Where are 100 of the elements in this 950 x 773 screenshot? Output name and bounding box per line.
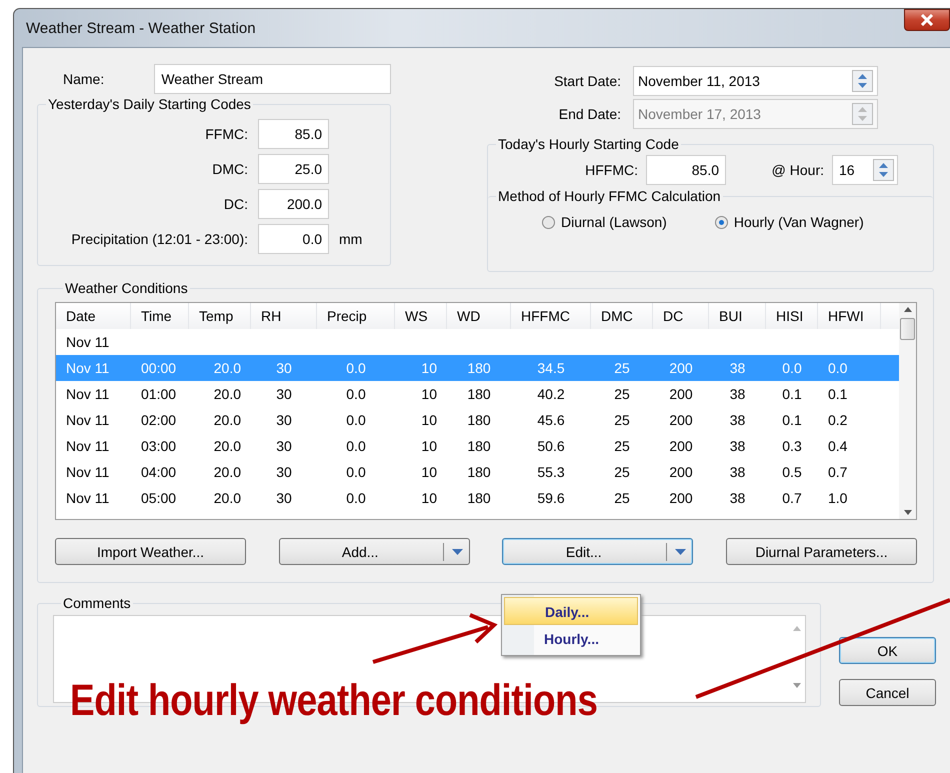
group-title: Method of Hourly FFMC Calculation <box>497 188 722 204</box>
column-header[interactable]: WS <box>395 303 447 329</box>
table-cell-text: 50.6 <box>536 438 566 454</box>
table-cell-text: 0.0 <box>345 360 367 376</box>
action-button[interactable]: Edit... <box>502 538 694 565</box>
table-cell-text: 200 <box>668 464 694 480</box>
field-label: Precipitation (12:01 - 23:00): <box>70 230 249 246</box>
column-header[interactable]: RH <box>251 303 317 329</box>
table-cell-text: 59.6 <box>536 490 566 506</box>
column-header[interactable]: HFWI <box>818 303 881 329</box>
table-cell-text: 38 <box>728 438 746 454</box>
number-field[interactable]: 85.0 <box>646 155 726 185</box>
table-cell-text: 30 <box>275 438 293 454</box>
table-cell-text: 20.0 <box>212 438 242 454</box>
table-cell-text: 10 <box>420 464 438 480</box>
close-icon <box>920 14 934 26</box>
table-cell-text: 0.0 <box>345 412 367 428</box>
spin-control[interactable] <box>873 159 894 181</box>
table-cell-text: 20.0 <box>212 464 242 480</box>
spin-control[interactable] <box>852 70 873 92</box>
table-row[interactable]: Nov 11 01:00 20.0 30 0.0 10 180 40.2 25 200 38 0.1 0.1 <box>56 381 899 407</box>
table-row[interactable]: Nov 11 02:00 20.0 30 0.0 10 180 45.6 25 200 38 0.1 0.2 <box>56 407 899 433</box>
menu-item[interactable]: Daily... <box>504 597 638 625</box>
table-cell-text: 38 <box>728 360 746 376</box>
group-title: Weather Conditions <box>64 280 189 296</box>
down-arrow-icon <box>879 172 888 177</box>
action-button[interactable]: Diurnal Parameters... <box>726 538 917 565</box>
column-header[interactable]: WD <box>447 303 511 329</box>
column-header[interactable]: Precip <box>317 303 395 329</box>
number-field[interactable]: 25.0 <box>258 154 329 184</box>
column-header[interactable]: HISI <box>766 303 818 329</box>
dialog-button[interactable]: OK <box>839 637 936 664</box>
field-label: DMC: <box>211 160 249 176</box>
menu-item[interactable]: Hourly... <box>504 625 638 653</box>
table-cell-text: 0.7 <box>827 464 848 480</box>
table-cell-text: 34.5 <box>536 360 566 376</box>
table-cell-text: 0.0 <box>345 464 367 480</box>
group-title: Today's Hourly Starting Code <box>497 136 680 152</box>
table-cell-text: 0.7 <box>781 490 803 506</box>
hour-field[interactable]: 16 <box>832 155 898 185</box>
table-cell-text: Nov 11 <box>65 490 110 506</box>
radio-button[interactable] <box>714 216 728 228</box>
radio-option[interactable]: Hourly (Van Wagner) <box>714 214 864 230</box>
table-row[interactable]: Nov 11 05:00 20.0 30 0.0 10 180 59.6 25 200 38 0.7 1.0 <box>56 485 899 511</box>
column-header[interactable]: HFFMC <box>511 303 591 329</box>
table-cell-text: 200 <box>668 490 694 506</box>
table-cell-text: 25 <box>613 386 631 402</box>
table-cell-text: 180 <box>466 490 492 506</box>
table-cell-text: 03:00 <box>140 438 178 454</box>
up-arrow-icon <box>792 626 800 631</box>
table-cell-text: 04:00 <box>140 464 178 480</box>
table-cell-text: 25 <box>613 438 631 454</box>
radio-option[interactable]: Diurnal (Lawson) <box>542 214 667 230</box>
table-cell-text: 40.2 <box>536 386 566 402</box>
column-header[interactable]: Time <box>131 303 189 329</box>
column-header[interactable]: Temp <box>189 303 251 329</box>
table-cell-text: 0.3 <box>781 438 803 454</box>
table-row[interactable]: Nov 11 04:00 20.0 30 0.0 10 180 55.3 25 200 38 0.5 0.7 <box>56 459 899 485</box>
number-field[interactable]: 200.0 <box>258 188 329 218</box>
table-cell-text: 200 <box>668 412 694 428</box>
table-cell-text: 55.3 <box>536 464 566 480</box>
table-cell-text: 200 <box>668 438 694 454</box>
scroll-thumb[interactable] <box>900 318 915 340</box>
action-button[interactable]: Add... <box>278 538 470 565</box>
table-cell-text: 1.0 <box>827 490 848 506</box>
group-title: Comments <box>62 595 132 611</box>
column-header[interactable]: Date <box>56 303 131 329</box>
table-cell-text: 0.1 <box>781 412 803 428</box>
table-cell-text: 10 <box>420 438 438 454</box>
up-arrow-icon <box>858 106 867 112</box>
table-cell-text: 10 <box>420 386 438 402</box>
number-field[interactable]: 0.0 <box>258 224 329 254</box>
scrollbar[interactable] <box>899 303 916 519</box>
down-arrow-icon <box>858 116 867 120</box>
dialog-button[interactable]: Cancel <box>839 679 936 706</box>
column-header[interactable]: DMC <box>591 303 653 329</box>
table-cell-text: 0.4 <box>827 438 848 454</box>
date-label: End Date: <box>558 106 622 122</box>
table-cell-text: 0.2 <box>827 412 848 428</box>
close-button[interactable] <box>904 9 950 31</box>
column-header[interactable]: BUI <box>709 303 766 329</box>
table-cell-text: 30 <box>275 490 293 506</box>
table-row[interactable]: Nov 11 03:00 20.0 30 0.0 10 180 50.6 25 200 38 0.3 0.4 <box>56 433 899 459</box>
table-cell-text: 00:00 <box>140 360 178 376</box>
action-button[interactable]: Import Weather... <box>55 538 246 565</box>
table-cell-text: 10 <box>420 490 438 506</box>
number-field[interactable]: 85.0 <box>258 118 329 148</box>
table-cell-text: 0.0 <box>781 360 803 376</box>
column-header[interactable]: DC <box>653 303 709 329</box>
table-row[interactable]: Nov 11 <box>56 329 899 355</box>
table-cell-text: Nov 11 <box>65 334 110 350</box>
name-field[interactable]: Weather Stream <box>154 64 391 94</box>
radio-button[interactable] <box>542 216 555 228</box>
field-label: DC: <box>222 196 249 212</box>
table-cell-text: 25 <box>613 360 631 376</box>
table-cell-text: 0.0 <box>827 360 848 376</box>
date-field[interactable]: November 11, 2013 <box>633 66 878 96</box>
table-cell-text: 30 <box>275 360 293 376</box>
table-cell-text: 180 <box>466 412 492 428</box>
down-arrow-icon <box>792 683 800 688</box>
